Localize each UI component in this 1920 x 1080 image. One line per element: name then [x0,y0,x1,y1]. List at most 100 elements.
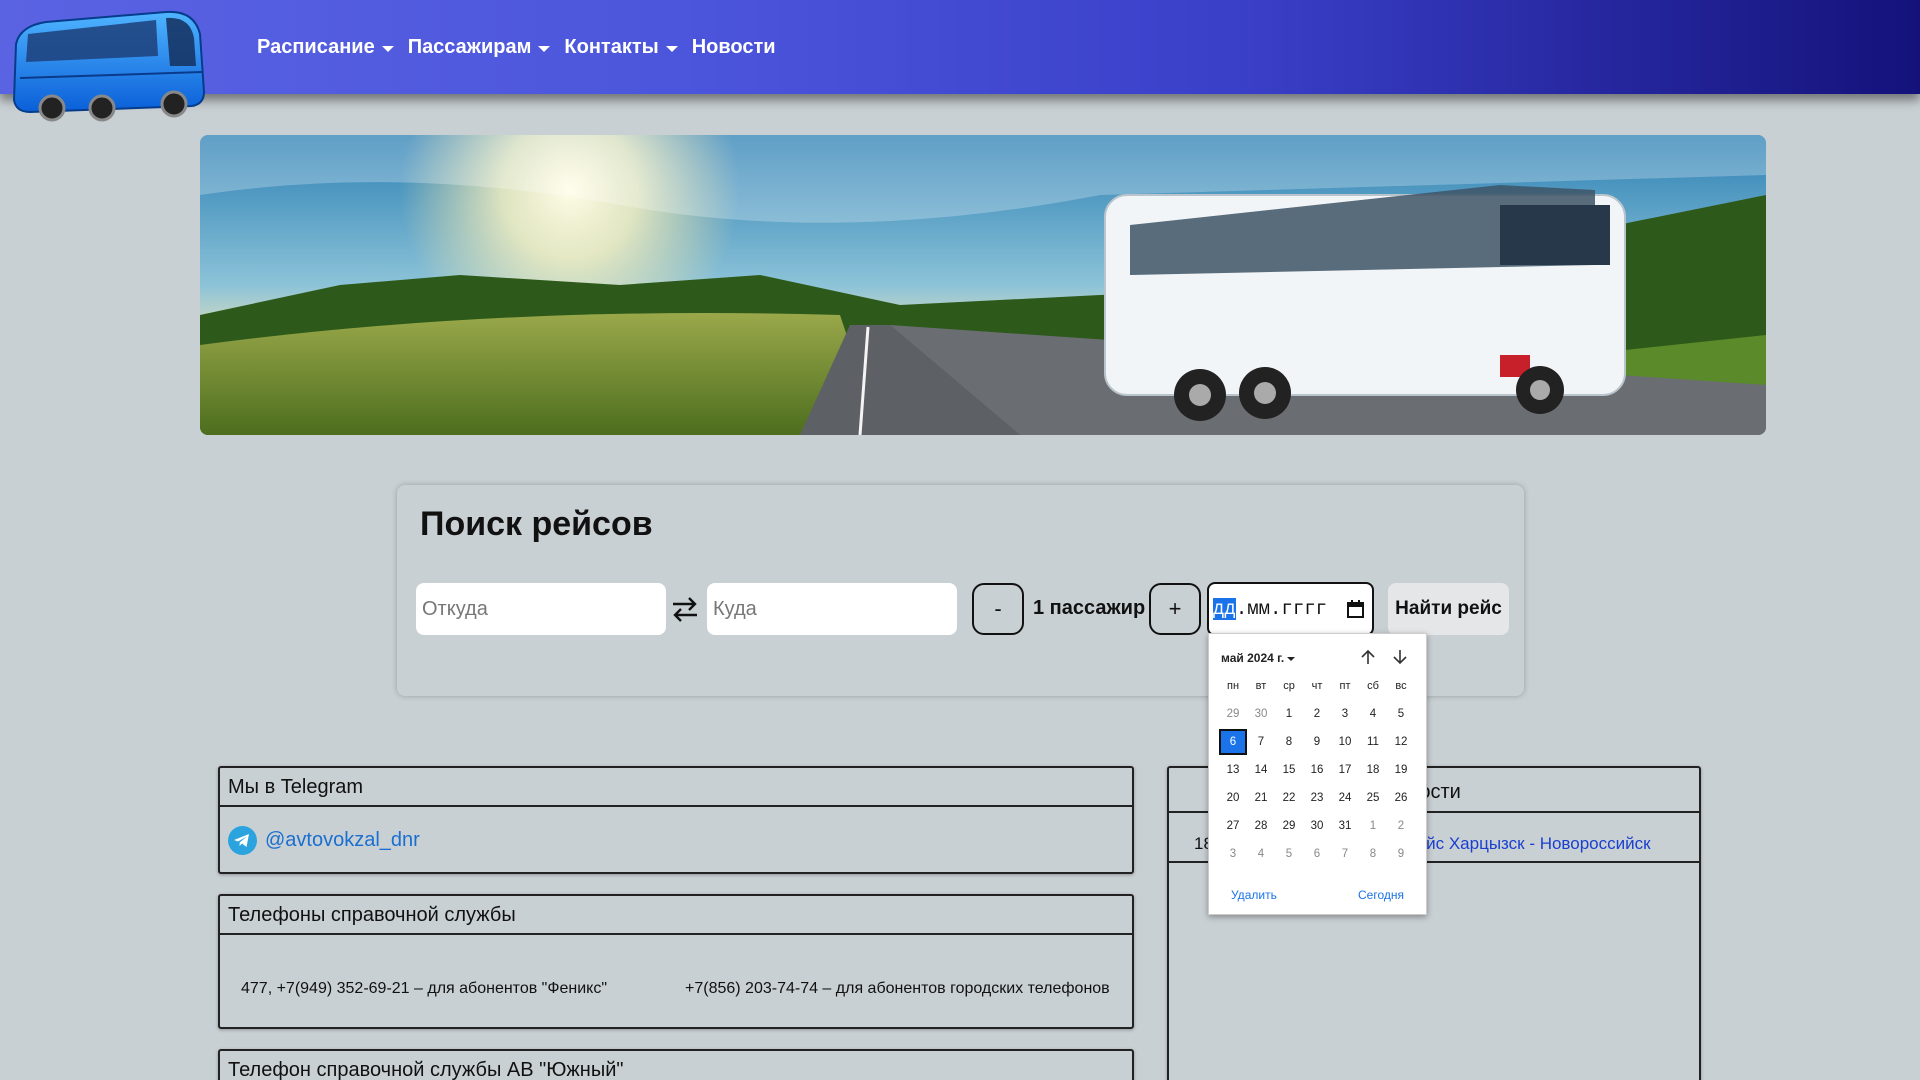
telegram-handle[interactable]: @avtovokzal_dnr [265,829,420,852]
weekday-label: ср [1283,680,1295,692]
from-input[interactable] [416,583,666,635]
calendar-day[interactable]: 1 [1359,813,1387,839]
date-rest-segment[interactable]: .мм.гггг [1236,598,1327,620]
nav-contacts-label: Контакты [564,36,659,58]
month-selector[interactable]: май 2024 г. [1221,651,1296,665]
calendar-day[interactable]: 8 [1275,729,1303,755]
calendar-day[interactable]: 1 [1275,701,1303,727]
calendar-week: 29 30 1 2 3 4 5 [1219,700,1419,728]
calendar-day[interactable]: 5 [1387,701,1415,727]
date-input[interactable]: дд .мм.гггг [1207,582,1374,636]
calendar-day[interactable]: 11 [1359,729,1387,755]
calendar-day[interactable]: 26 [1387,785,1415,811]
calendar-icon[interactable] [1347,600,1364,618]
calendar-day[interactable]: 3 [1331,701,1359,727]
calendar-day[interactable]: 9 [1387,841,1415,867]
calendar-day[interactable]: 13 [1219,757,1247,783]
calendar-day[interactable]: 3 [1219,841,1247,867]
calendar-day[interactable]: 19 [1387,757,1415,783]
weekday-label: пт [1339,680,1351,692]
main-nav: Расписание Пассажирам Контакты Новости [257,36,776,59]
calendar-day[interactable]: 21 [1247,785,1275,811]
today-button[interactable]: Сегодня [1358,888,1404,902]
calendar-day[interactable]: 18 [1359,757,1387,783]
date-day-segment[interactable]: дд [1213,598,1236,620]
news-link[interactable]: й рейс Харцызск - Новороссийск [1393,834,1651,854]
phone-fenix: 477, +7(949) 352-69-21 – для абонентов "… [241,980,608,997]
chevron-down-icon [538,45,551,52]
top-navbar: Расписание Пассажирам Контакты Новости [0,0,1920,94]
weekday-header-row: пн вт ср чт пт сб вс [1219,672,1419,700]
chevron-down-icon [381,45,394,52]
bus-logo-icon[interactable] [6,4,208,122]
calendar-day[interactable]: 31 [1331,813,1359,839]
calendar-day[interactable]: 29 [1275,813,1303,839]
search-title: Поиск рейсов [420,505,653,543]
calendar-day[interactable]: 28 [1247,813,1275,839]
weekday-label: сб [1367,680,1379,692]
nav-news[interactable]: Новости [692,36,776,59]
date-picker-popup: май 2024 г. пн вт ср чт пт сб вс 29 30 1… [1208,633,1427,915]
calendar-day[interactable]: 10 [1331,729,1359,755]
calendar-day[interactable]: 12 [1387,729,1415,755]
calendar-day[interactable]: 27 [1219,813,1247,839]
nav-schedule[interactable]: Расписание [257,36,394,59]
decrease-passengers-button[interactable]: - [972,583,1024,635]
arrow-down-icon[interactable] [1391,648,1409,666]
nav-passengers[interactable]: Пассажирам [408,36,551,59]
weekday-label: пн [1226,680,1240,692]
calendar-day[interactable]: 5 [1275,841,1303,867]
calendar-week: 6 7 8 9 10 11 12 [1219,728,1419,756]
swap-icon[interactable] [670,595,700,623]
phones-panel: Телефоны справочной службы 477, +7(949) … [218,894,1134,1029]
find-trip-button[interactable]: Найти рейс [1388,583,1509,635]
calendar-day[interactable]: 29 [1219,701,1247,727]
calendar-day[interactable]: 30 [1303,813,1331,839]
weekday-label: чт [1311,680,1323,692]
calendar-grid: пн вт ср чт пт сб вс 29 30 1 2 3 4 5 6 7… [1219,672,1419,868]
calendar-day[interactable]: 30 [1247,701,1275,727]
telegram-link[interactable]: @avtovokzal_dnr [228,826,420,855]
increase-passengers-button[interactable]: + [1149,583,1201,635]
weekday-label: вс [1395,680,1407,692]
calendar-day[interactable]: 23 [1303,785,1331,811]
increase-label: + [1168,596,1182,621]
calendar-week: 27 28 29 30 31 1 2 [1219,812,1419,840]
clear-date-button[interactable]: Удалить [1231,888,1277,902]
calendar-day[interactable]: 16 [1303,757,1331,783]
calendar-day[interactable]: 7 [1331,841,1359,867]
calendar-day[interactable]: 24 [1331,785,1359,811]
month-label: май 2024 г. [1221,651,1285,665]
arrow-up-icon[interactable] [1359,648,1377,666]
calendar-day[interactable]: 2 [1387,813,1415,839]
calendar-week: 13 14 15 16 17 18 19 [1219,756,1419,784]
calendar-day[interactable]: 25 [1359,785,1387,811]
calendar-day[interactable]: 22 [1275,785,1303,811]
nav-news-label: Новости [691,36,776,58]
nav-schedule-label: Расписание [257,36,375,58]
calendar-day[interactable]: 4 [1359,701,1387,727]
calendar-day[interactable]: 6 [1303,841,1331,867]
calendar-day[interactable]: 2 [1303,701,1331,727]
calendar-day[interactable]: 9 [1303,729,1331,755]
nav-contacts[interactable]: Контакты [564,36,678,59]
calendar-week: 3 4 5 6 7 8 9 [1219,840,1419,868]
nav-passengers-label: Пассажирам [407,36,532,58]
telegram-title: Мы в Telegram [220,768,1132,807]
calendar-day-selected[interactable]: 6 [1219,729,1247,755]
calendar-day[interactable]: 17 [1331,757,1359,783]
calendar-day[interactable]: 4 [1247,841,1275,867]
calendar-day[interactable]: 20 [1219,785,1247,811]
decrease-label: - [994,596,1002,621]
phones-title: Телефоны справочной службы [220,896,1132,935]
calendar-day[interactable]: 14 [1247,757,1275,783]
south-panel: Телефон справочной службы АВ "Южный" [218,1049,1134,1080]
calendar-week: 20 21 22 23 24 25 26 [1219,784,1419,812]
telegram-icon [228,826,257,855]
telegram-panel: Мы в Telegram @avtovokzal_dnr [218,766,1134,874]
to-input[interactable] [707,583,957,635]
calendar-day[interactable]: 7 [1247,729,1275,755]
calendar-day[interactable]: 15 [1275,757,1303,783]
calendar-day[interactable]: 8 [1359,841,1387,867]
passenger-count: 1 пассажир [1033,597,1146,619]
